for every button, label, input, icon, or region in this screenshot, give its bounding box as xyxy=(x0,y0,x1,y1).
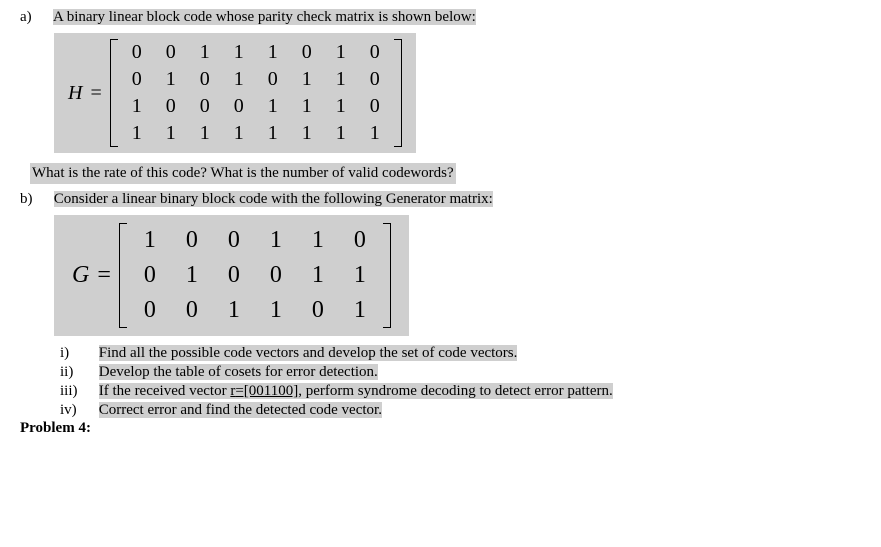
matrix-row: 00111010 xyxy=(120,39,392,66)
matrix-h: 00111010 01010110 10001110 11111111 xyxy=(110,39,402,147)
sub-iii: iii) If the received vector r=[001100], … xyxy=(60,382,861,401)
matrix-h-name: H xyxy=(68,82,82,105)
sub-ii: ii) Develop the table of cosets for erro… xyxy=(60,363,861,382)
part-b-line: b) Consider a linear binary block code w… xyxy=(20,190,861,209)
part-a-line: a) A binary linear block code whose pari… xyxy=(20,8,861,27)
bracket-right xyxy=(394,39,402,147)
matrix-row: 001101 xyxy=(129,293,381,328)
subquestions: i) Find all the possible code vectors an… xyxy=(60,344,861,420)
matrix-g: 100110 010011 001101 xyxy=(119,223,391,328)
part-a-intro: A binary linear block code whose parity … xyxy=(53,9,476,25)
matrix-row: 010011 xyxy=(129,258,381,293)
sub-i: i) Find all the possible code vectors an… xyxy=(60,344,861,363)
bracket-left xyxy=(110,39,118,147)
part-a-label: a) xyxy=(20,9,50,26)
matrix-row: 10001110 xyxy=(120,93,392,120)
bracket-right xyxy=(383,223,391,328)
part-b-label: b) xyxy=(20,191,50,208)
matrix-g-name: G xyxy=(72,262,89,289)
matrix-g-container: G = 100110 010011 001101 xyxy=(54,209,861,344)
cutoff-line: Problem 4: xyxy=(20,420,861,434)
matrix-row: 11111111 xyxy=(120,120,392,147)
sub-iv: iv) Correct error and find the detected … xyxy=(60,401,861,420)
bracket-left xyxy=(119,223,127,328)
part-b-intro: Consider a linear binary block code with… xyxy=(54,191,493,207)
matrix-row: 100110 xyxy=(129,223,381,258)
matrix-g-eq: = xyxy=(97,262,111,289)
matrix-h-eq: = xyxy=(90,82,101,105)
problem-cutoff: Problem 4: xyxy=(20,420,91,434)
matrix-h-container: H = 00111010 01010110 10001110 11111111 xyxy=(54,27,861,161)
matrix-g-block: G = 100110 010011 001101 xyxy=(54,215,409,336)
matrix-row: 01010110 xyxy=(120,66,392,93)
part-a-question: What is the rate of this code? What is t… xyxy=(30,163,456,184)
matrix-h-block: H = 00111010 01010110 10001110 11111111 xyxy=(54,33,416,153)
